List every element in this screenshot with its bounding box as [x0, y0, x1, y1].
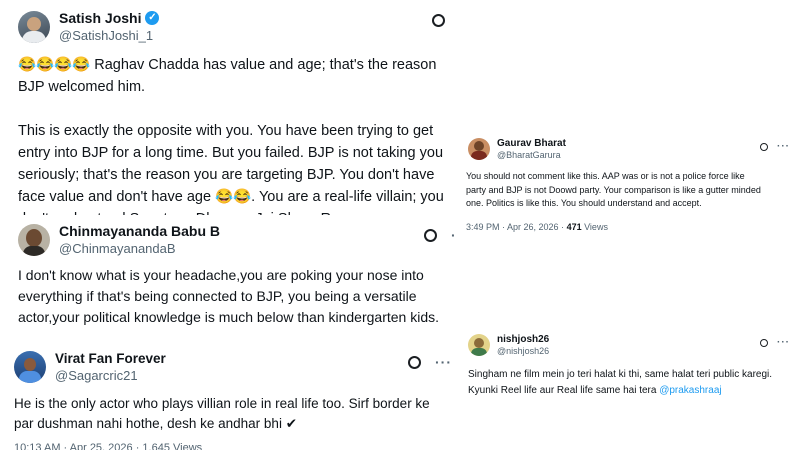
display-name[interactable]: Chinmayananda Babu B	[59, 223, 220, 239]
handle[interactable]: @SatishJoshi_1	[59, 28, 159, 43]
avatar[interactable]	[468, 138, 490, 160]
tweet-card-nishjosh26[interactable]: nishjosh26 @nishjosh26 ··· Singham ne fi…	[462, 325, 800, 415]
avatar[interactable]	[18, 223, 50, 256]
more-icon[interactable]: ···	[777, 141, 790, 152]
tweet-text: 😂😂😂😂 Raghav Chadda has value and age; th…	[18, 57, 444, 215]
handle[interactable]: @nishjosh26	[497, 346, 549, 356]
tweet-card-gaurav-bharat[interactable]: Gaurav Bharat @BharatGarura ··· You shou…	[462, 128, 800, 240]
view-count: 471	[566, 222, 582, 232]
display-name[interactable]: nishjosh26	[497, 334, 549, 345]
grok-icon[interactable]	[424, 228, 437, 242]
avatar[interactable]	[14, 351, 46, 383]
mention-link[interactable]: @prakashraaj	[659, 385, 721, 396]
emoji: 😂😂😂😂	[18, 57, 91, 73]
tweet-meta: 10:13 AM · Apr 25, 2026 · 1,645 Views	[14, 442, 203, 450]
views-label: Views	[581, 222, 608, 232]
grok-icon[interactable]	[408, 355, 421, 369]
avatar[interactable]	[18, 10, 50, 43]
grok-icon[interactable]	[432, 13, 445, 27]
tweet-card-satish-joshi[interactable]: Satish Joshi ✓ @SatishJoshi_1 ··· 😂😂😂😂 R…	[0, 0, 455, 215]
handle[interactable]: @Sagarcric21	[55, 368, 166, 383]
tweet-text: You should not comment like this. AAP wa…	[466, 171, 761, 208]
tweet-card-chinmayananda[interactable]: Chinmayananda Babu B @ChinmayanandaB ···…	[0, 215, 455, 335]
display-name[interactable]: Gaurav Bharat	[497, 138, 566, 149]
display-name[interactable]: Virat Fan Forever	[55, 351, 166, 366]
tweet-meta: 3:49 PM · Apr 26, 2026 · 471 Views	[466, 222, 608, 232]
more-icon[interactable]: ···	[451, 227, 455, 243]
grok-icon[interactable]	[760, 142, 768, 151]
display-name[interactable]: Satish Joshi	[59, 10, 141, 26]
handle[interactable]: @ChinmayanandaB	[59, 241, 220, 256]
emoji: 😂😂	[215, 189, 252, 205]
handle[interactable]: @BharatGarura	[497, 150, 566, 160]
tweet-text: He is the only actor who plays villian r…	[14, 396, 430, 431]
avatar[interactable]	[468, 334, 490, 356]
more-icon[interactable]: ···	[435, 354, 452, 370]
tweet-text: I don't know what is your headache,you a…	[18, 267, 440, 325]
tweet-text: Singham ne film mein jo teri halat ki th…	[468, 369, 773, 396]
grok-icon[interactable]	[760, 338, 768, 347]
more-icon[interactable]: ···	[777, 337, 790, 348]
verified-badge-icon: ✓	[145, 11, 160, 25]
timestamp[interactable]: 3:49 PM · Apr 26, 2026 ·	[466, 222, 567, 232]
tweet-card-virat-fan[interactable]: Virat Fan Forever @Sagarcric21 ··· He is…	[0, 342, 455, 450]
